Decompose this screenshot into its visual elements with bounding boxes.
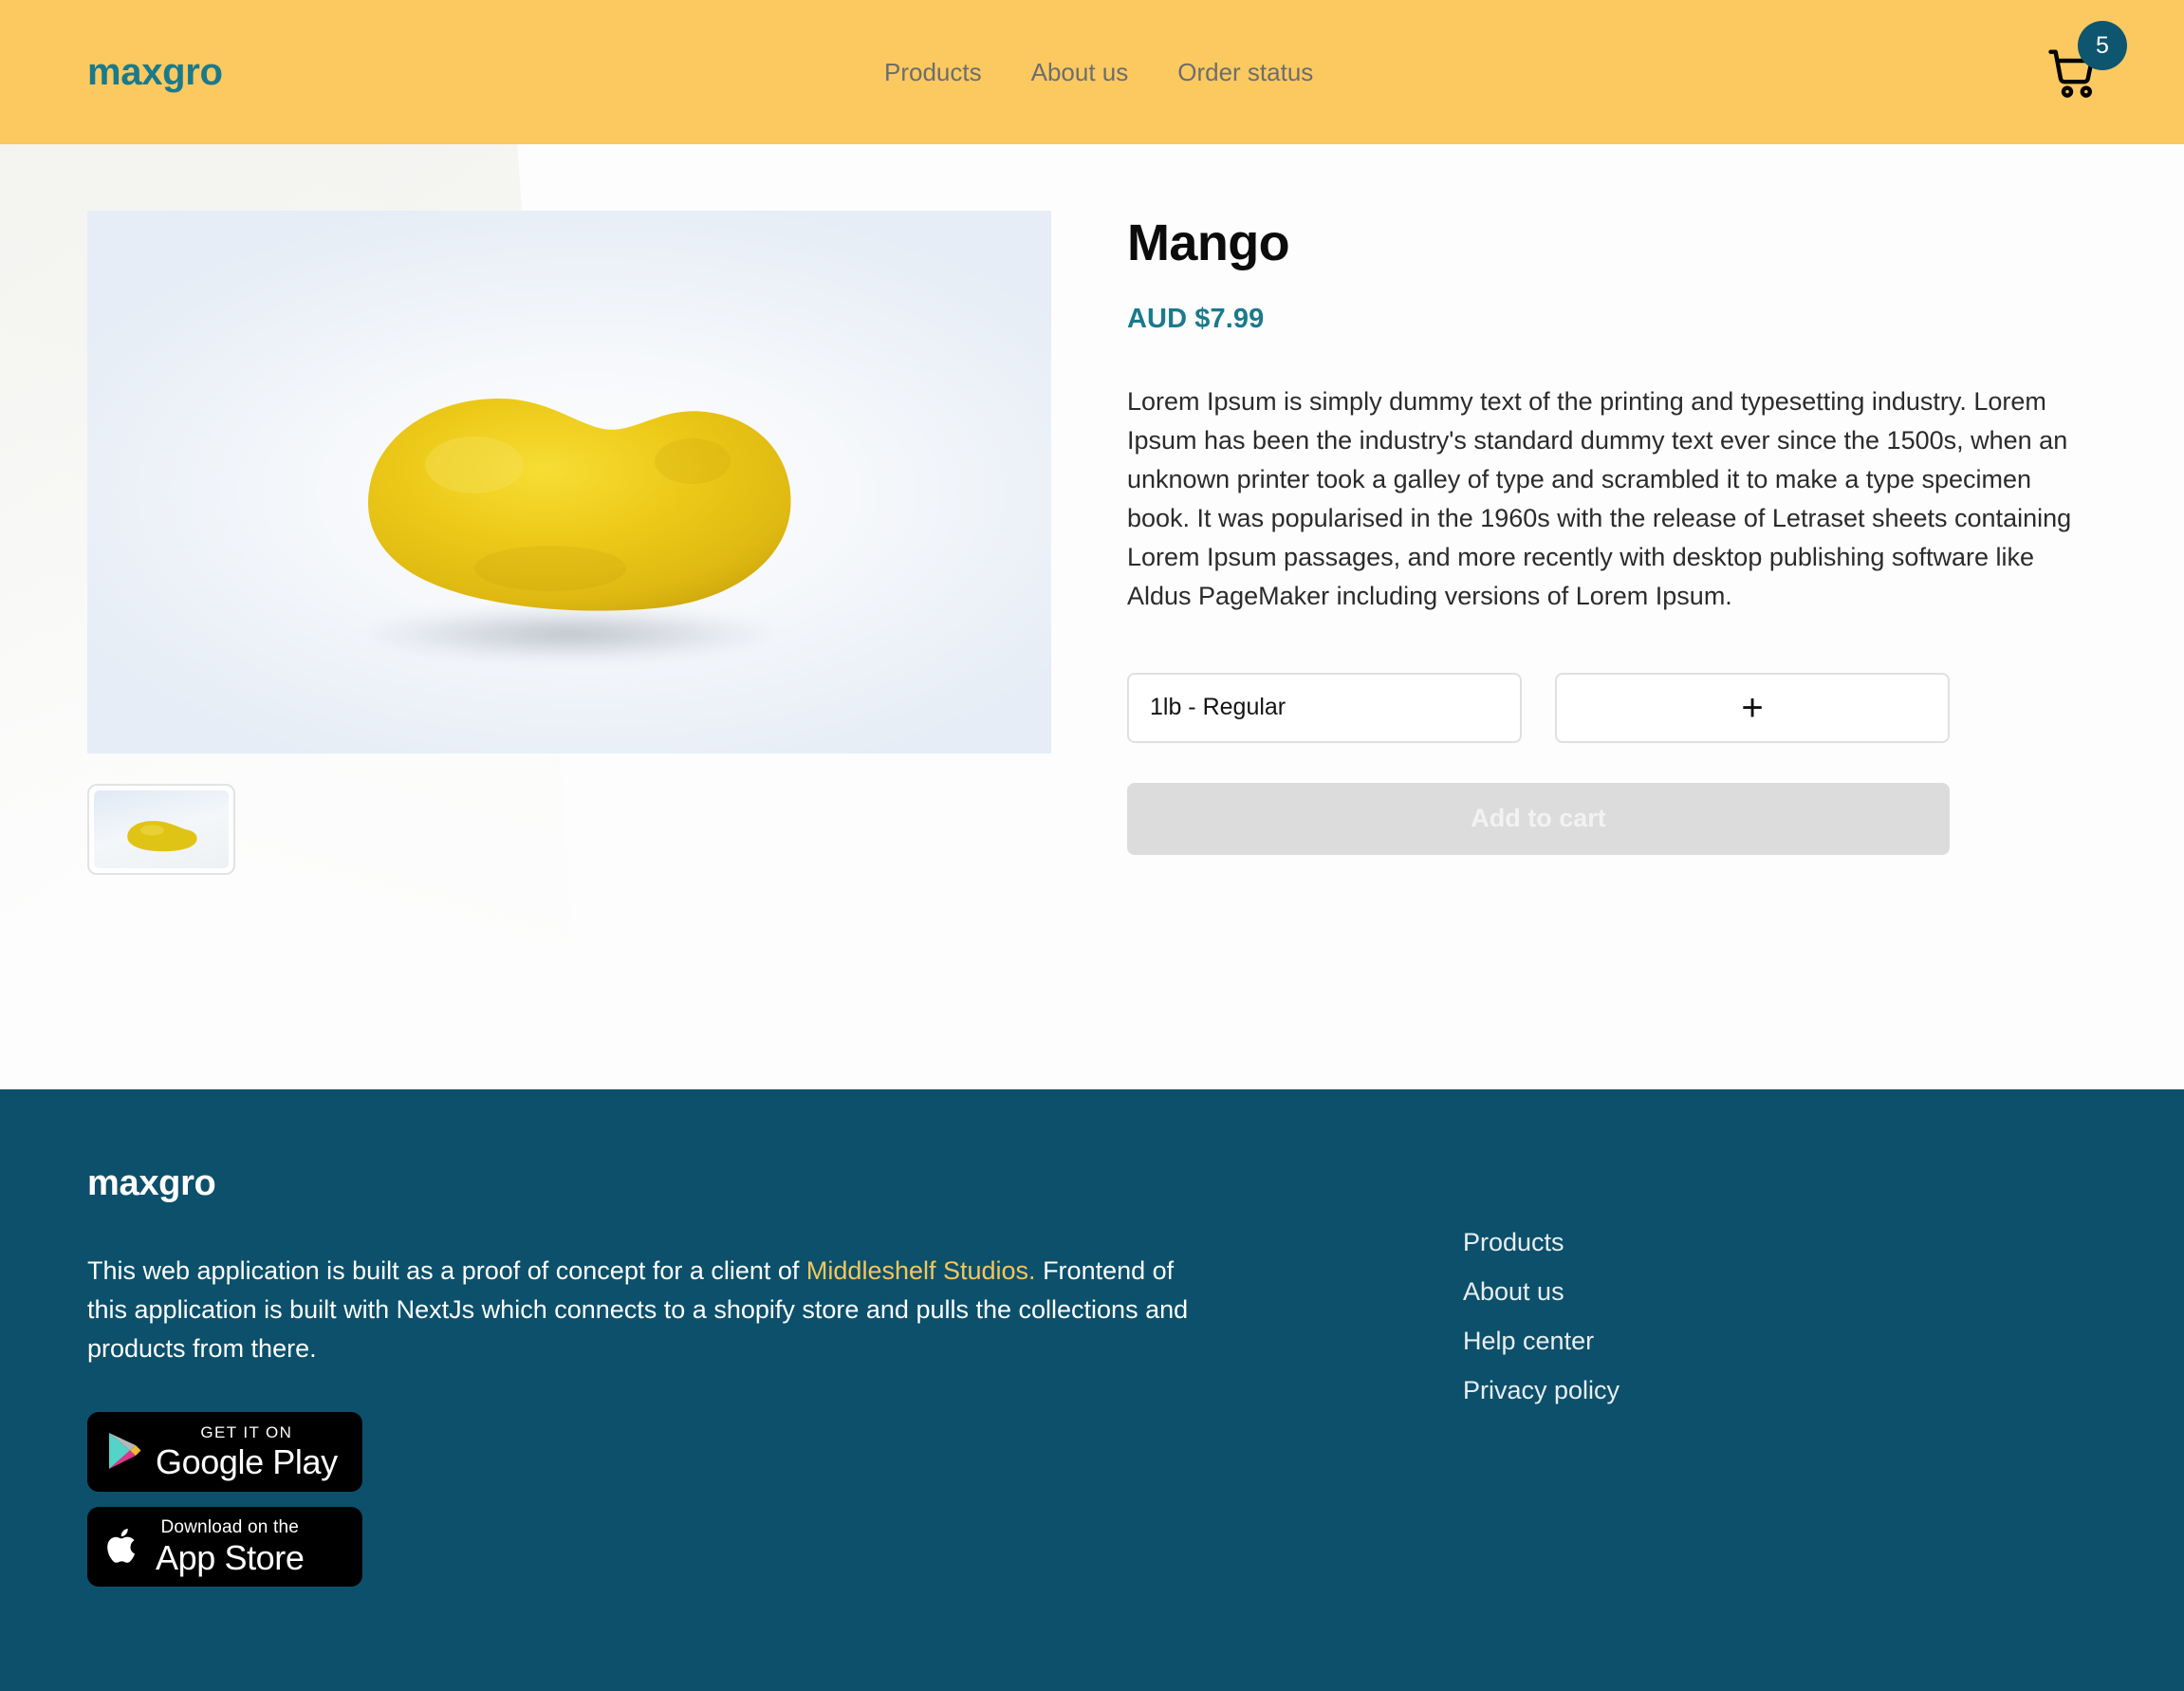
product-gallery [87,211,1051,875]
cart-count-badge: 5 [2078,21,2127,70]
nav-item-about-us[interactable]: About us [1031,60,1129,84]
google-play-big-label: Google Play [156,1442,338,1482]
site-header: maxgro Products About us Order status 5 [0,0,2184,144]
quantity-increment-button[interactable]: + [1555,672,1950,743]
footer-about-column: maxgro This web application is built as … [87,1163,1349,1691]
footer-link-about-us[interactable]: About us [1463,1279,1619,1305]
mango-thumbnail-illustration [127,820,197,852]
product-hero-image[interactable] [87,211,1051,753]
thumbnail-list [87,784,1051,875]
footer-brand-logo: maxgro [87,1163,216,1203]
brand-logo[interactable]: maxgro [87,53,223,91]
google-play-small-label: GET IT ON [200,1423,293,1442]
footer-links-column: Products About us Help center Privacy po… [1463,1163,1619,1691]
footer-link-products[interactable]: Products [1463,1230,1619,1255]
product-description: Lorem Ipsum is simply dummy text of the … [1127,386,2072,610]
product-page-main: Mango AUD $7.99 Lorem Ipsum is simply du… [0,144,2184,1089]
app-store-big-label: App Store [156,1538,305,1578]
product-title: Mango [1127,214,1290,271]
mango-illustration [368,399,791,612]
middleshelf-studios-link[interactable]: Middleshelf Studios. [806,1256,1036,1285]
app-store-badge[interactable]: Download on the App Store [87,1507,362,1588]
footer-link-privacy-policy[interactable]: Privacy policy [1463,1378,1619,1403]
app-store-small-label: Download on the [160,1517,300,1538]
product-controls: 1lb - Regular + [1127,672,2097,743]
main-navigation: Products About us Order status [884,60,1313,84]
apple-logo-icon [104,1524,142,1570]
add-to-cart-button[interactable]: Add to cart [1127,782,1950,855]
footer-about-text: This web application is built as a proof… [87,1252,1207,1368]
cart-button[interactable]: 5 [2045,21,2127,101]
site-footer: maxgro This web application is built as … [0,1089,2184,1691]
google-play-icon [104,1430,142,1475]
nav-item-order-status[interactable]: Order status [1177,60,1313,84]
variant-select[interactable]: 1lb - Regular [1127,672,1522,743]
thumbnail-item[interactable] [87,784,235,875]
footer-link-help-center[interactable]: Help center [1463,1329,1619,1354]
product-price: AUD $7.99 [1127,303,1265,334]
app-store-badges: GET IT ON Google Play Download on the Ap… [87,1412,1349,1588]
nav-item-products[interactable]: Products [884,60,982,84]
footer-about-part1: This web application is built as a proof… [87,1256,806,1285]
product-details: Mango AUD $7.99 Lorem Ipsum is simply du… [1127,211,2097,875]
google-play-badge[interactable]: GET IT ON Google Play [87,1412,362,1493]
